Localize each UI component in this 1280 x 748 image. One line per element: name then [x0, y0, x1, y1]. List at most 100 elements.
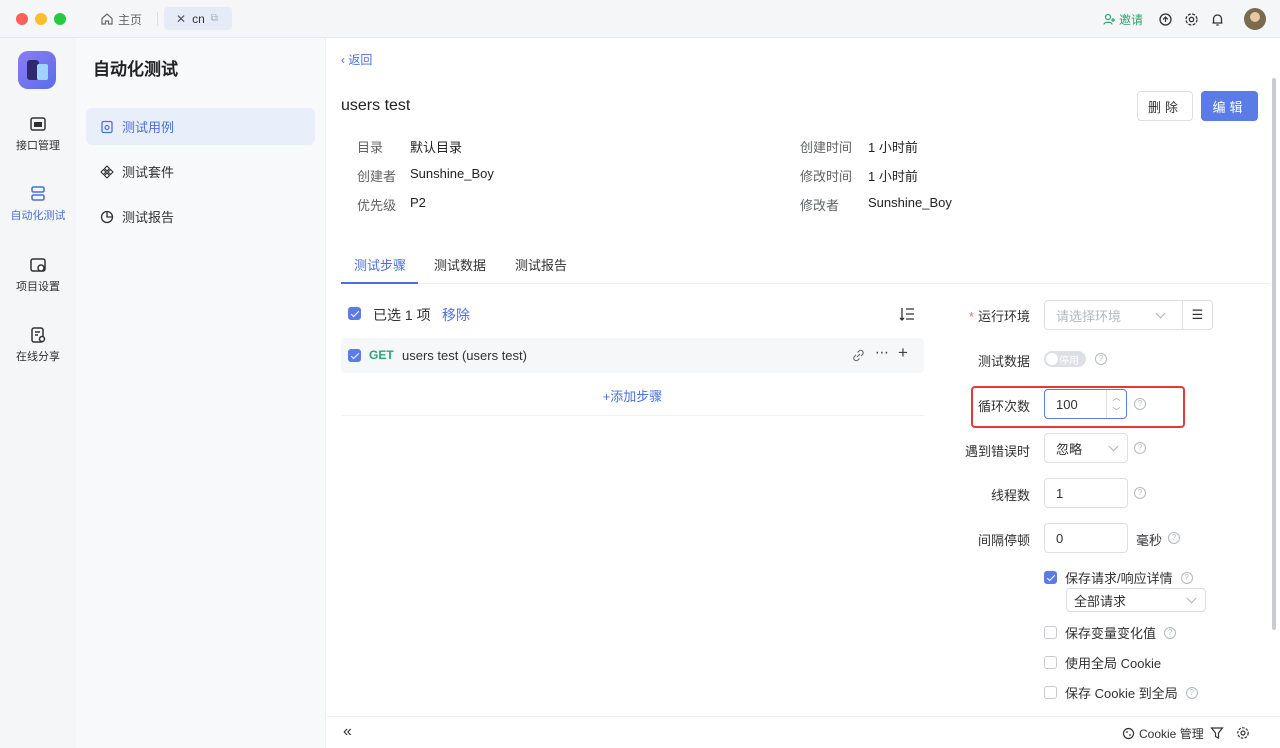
- step-row[interactable]: GET users test (users test) ⋯ +: [341, 338, 924, 373]
- selection-bar: 已选 1 项 移除: [341, 298, 924, 330]
- interval-unit: 毫秒: [1136, 533, 1163, 548]
- sidebar-item-test-cases[interactable]: 测试用例: [86, 108, 315, 145]
- help-icon[interactable]: ?: [1185, 686, 1198, 699]
- add-step-button[interactable]: +添加步骤: [341, 378, 924, 416]
- number-stepper[interactable]: ︿ ﹀: [1106, 390, 1126, 418]
- tab-cn[interactable]: ✕ cn ⧉: [164, 7, 232, 30]
- minimize-window-button[interactable]: [35, 13, 47, 25]
- interval-label: 间隔停顿: [977, 533, 1030, 548]
- rail-item-automation[interactable]: 自动化测试: [0, 185, 76, 223]
- interval-input[interactable]: 0: [1044, 523, 1128, 553]
- loop-count-input[interactable]: 100 ︿ ﹀: [1044, 389, 1127, 419]
- bell-icon[interactable]: [1209, 11, 1225, 27]
- save-cookie-option[interactable]: 保存 Cookie 到全局 ?: [1044, 683, 1198, 702]
- save-cookie-checkbox[interactable]: [1044, 686, 1057, 699]
- maximize-window-button[interactable]: [54, 13, 66, 25]
- settings-icon: [30, 258, 46, 272]
- tab-test-reports[interactable]: 测试报告: [515, 255, 567, 274]
- save-request-option[interactable]: 保存请求/响应详情 ?: [1044, 568, 1193, 587]
- back-link[interactable]: ‹ 返回: [341, 51, 372, 68]
- delete-button[interactable]: 删除: [1137, 91, 1193, 121]
- footer-bar: « Cookie 管理: [327, 716, 1280, 748]
- tab-home[interactable]: 主页: [100, 9, 142, 29]
- scrollbar[interactable]: [1272, 78, 1276, 630]
- rail-item-api-management[interactable]: 接口管理: [0, 115, 76, 153]
- settings-icon[interactable]: [1236, 726, 1250, 740]
- api-icon: [30, 117, 46, 131]
- help-icon[interactable]: ?: [1164, 626, 1177, 639]
- on-error-value: 忽略: [1056, 441, 1083, 457]
- rail-item-label: 在线分享: [16, 351, 60, 363]
- help-icon[interactable]: ?: [1168, 532, 1180, 544]
- sidebar-item-label: 测试报告: [122, 210, 175, 225]
- rail-item-project-settings[interactable]: 项目设置: [0, 256, 76, 294]
- add-user-icon: [1103, 13, 1115, 25]
- external-link-icon[interactable]: ⧉: [211, 13, 218, 24]
- invite-button[interactable]: 邀请: [1103, 11, 1143, 28]
- add-icon[interactable]: +: [898, 343, 908, 363]
- remove-button[interactable]: 移除: [442, 305, 470, 325]
- meta-modified-value: 1 小时前: [868, 169, 918, 184]
- more-icon[interactable]: ⋯: [875, 344, 889, 361]
- env-menu-icon[interactable]: ☰: [1182, 301, 1212, 329]
- sort-icon[interactable]: [899, 306, 915, 322]
- meta-created-value: 1 小时前: [868, 140, 918, 155]
- step-checkbox[interactable]: [348, 349, 361, 362]
- sidebar-item-label: 测试套件: [122, 165, 175, 180]
- avatar[interactable]: [1244, 8, 1266, 30]
- rail-item-online-share[interactable]: 在线分享: [0, 326, 76, 364]
- suite-icon: [100, 164, 114, 179]
- edit-button[interactable]: 编辑: [1201, 91, 1258, 121]
- cookie-manager-label: Cookie 管理: [1139, 727, 1204, 741]
- close-window-button[interactable]: [16, 13, 28, 25]
- gear-icon[interactable]: [1183, 11, 1199, 27]
- save-variable-checkbox[interactable]: [1044, 626, 1057, 639]
- tab-test-data[interactable]: 测试数据: [434, 255, 486, 274]
- http-method-badge: GET: [369, 348, 394, 362]
- link-icon[interactable]: [852, 349, 865, 362]
- cookie-manager-button[interactable]: Cookie 管理: [1122, 725, 1204, 742]
- save-variable-option[interactable]: 保存变量变化值 ?: [1044, 623, 1177, 642]
- main-content: ‹ 返回 users test 删除 编辑 目录 默认目录 创建者 Sunshi…: [327, 38, 1280, 716]
- cookie-icon: [1122, 727, 1135, 740]
- sync-icon[interactable]: [1157, 11, 1173, 27]
- page-title: users test: [341, 97, 411, 114]
- help-icon[interactable]: ?: [1134, 398, 1146, 410]
- automation-sidebar: 自动化测试 测试用例 测试套件 测试报告: [76, 38, 326, 748]
- sidebar-title: 自动化测试: [93, 60, 178, 79]
- collapse-sidebar-icon[interactable]: «: [343, 723, 352, 741]
- help-icon[interactable]: ?: [1095, 353, 1107, 365]
- tab-test-steps[interactable]: 测试步骤: [354, 255, 406, 274]
- global-cookie-checkbox[interactable]: [1044, 656, 1057, 669]
- tab-bar: 测试步骤 测试数据 测试报告: [341, 244, 1270, 284]
- on-error-select[interactable]: 忽略: [1044, 433, 1128, 463]
- save-request-scope-select[interactable]: 全部请求: [1066, 588, 1206, 612]
- help-icon[interactable]: ?: [1134, 487, 1146, 499]
- step-name: users test (users test): [402, 348, 527, 363]
- rail-item-label: 接口管理: [16, 140, 60, 152]
- select-all-checkbox[interactable]: [348, 307, 361, 320]
- meta-created-key: 创建时间: [800, 140, 853, 155]
- chevron-down-icon: [1155, 308, 1166, 319]
- sidebar-item-test-suites[interactable]: 测试套件: [86, 153, 315, 190]
- test-data-label: 测试数据: [977, 354, 1030, 369]
- server-icon: [31, 186, 45, 201]
- filter-icon[interactable]: [1210, 726, 1224, 740]
- global-cookie-option[interactable]: 使用全局 Cookie: [1044, 653, 1161, 672]
- meta-modified-key: 修改时间: [800, 169, 853, 184]
- test-data-toggle[interactable]: 停用: [1044, 351, 1086, 367]
- save-request-label: 保存请求/响应详情: [1065, 571, 1173, 586]
- env-placeholder: 请选择环境: [1056, 308, 1122, 324]
- env-select[interactable]: 请选择环境 ☰: [1044, 300, 1213, 330]
- close-tab-icon[interactable]: ✕: [176, 12, 186, 26]
- threads-input[interactable]: 1: [1044, 478, 1128, 508]
- save-variable-label: 保存变量变化值: [1065, 626, 1157, 641]
- sidebar-item-test-reports[interactable]: 测试报告: [86, 198, 315, 235]
- save-request-checkbox[interactable]: [1044, 571, 1057, 584]
- help-icon[interactable]: ?: [1134, 442, 1146, 454]
- invite-label: 邀请: [1119, 13, 1144, 27]
- add-step-label: 添加步骤: [610, 389, 663, 404]
- meta-creator-value: Sunshine_Boy: [410, 166, 494, 181]
- help-icon[interactable]: ?: [1180, 571, 1193, 584]
- meta-directory-value: 默认目录: [410, 140, 463, 155]
